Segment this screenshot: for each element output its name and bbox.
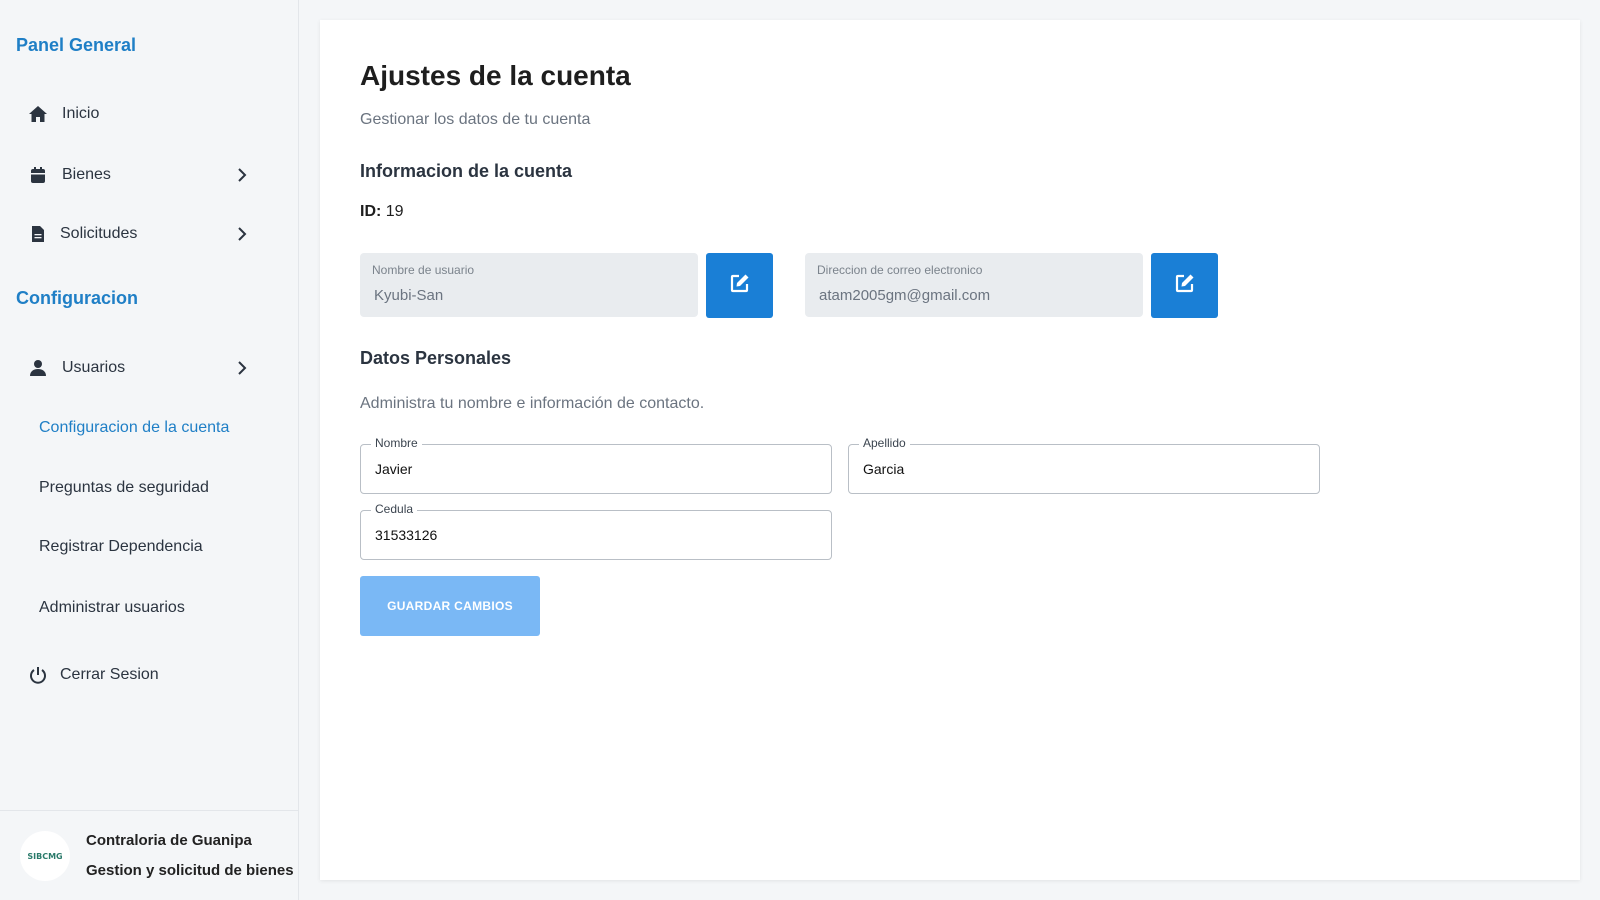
username-value: Kyubi-San	[374, 287, 444, 304]
sidebar-subitem-label: Administrar usuarios	[39, 599, 185, 616]
sidebar-footer: SIBCMG Contraloria de Guanipa Gestion y …	[0, 810, 298, 900]
username-label: Nombre de usuario	[372, 263, 475, 277]
org-name: Contraloria de Guanipa	[86, 832, 252, 849]
sidebar-item-inicio[interactable]: Inicio	[0, 92, 298, 136]
sidebar-item-label: Inicio	[62, 105, 100, 122]
cedula-field[interactable]: Cedula 31533126	[360, 502, 832, 560]
sidebar-subitem-label: Preguntas de seguridad	[39, 479, 209, 496]
cedula-label: Cedula	[371, 502, 418, 516]
sidebar-subitem-preguntas-seguridad[interactable]: Preguntas de seguridad	[0, 468, 298, 508]
page-title: Ajustes de la cuenta	[360, 60, 631, 91]
apellido-value: Garcia	[863, 461, 905, 477]
sidebar-item-cerrar-sesion[interactable]: Cerrar Sesion	[0, 653, 298, 697]
account-id: ID: 19	[360, 203, 404, 221]
account-info-heading: Informacion de la cuenta	[360, 161, 573, 181]
email-label: Direccion de correo electronico	[817, 263, 983, 277]
org-logo: SIBCMG	[20, 831, 70, 881]
page-subtitle: Gestionar los datos de tu cuenta	[360, 111, 591, 128]
account-settings-card: Ajustes de la cuenta Gestionar los datos…	[320, 20, 1580, 880]
username-field: Nombre de usuario Kyubi-San	[360, 253, 698, 317]
sidebar: Panel General Inicio Bienes Solicitudes …	[0, 0, 299, 900]
section-title-configuracion: Configuracion	[16, 288, 138, 308]
apellido-field[interactable]: Apellido Garcia	[848, 436, 1320, 494]
sidebar-item-usuarios[interactable]: Usuarios	[0, 346, 298, 390]
sidebar-item-label: Usuarios	[62, 359, 126, 376]
sidebar-subitem-registrar-dependencia[interactable]: Registrar Dependencia	[0, 527, 298, 567]
sidebar-subitem-label: Registrar Dependencia	[39, 538, 203, 555]
power-icon	[28, 665, 48, 685]
sidebar-subitem-label: Configuracion de la cuenta	[39, 419, 230, 436]
nombre-field[interactable]: Nombre Javier	[360, 436, 832, 494]
sidebar-subitem-configuracion-cuenta[interactable]: Configuracion de la cuenta	[0, 408, 298, 448]
apellido-label: Apellido	[859, 436, 910, 450]
user-icon	[28, 358, 48, 378]
sidebar-item-label: Cerrar Sesion	[60, 666, 159, 683]
org-subtitle: Gestion y solicitud de bienes	[86, 862, 294, 879]
sidebar-subitem-administrar-usuarios[interactable]: Administrar usuarios	[0, 588, 298, 628]
edit-username-button[interactable]	[706, 253, 773, 318]
account-id-value: 19	[385, 203, 404, 220]
chevron-right-icon	[234, 360, 250, 376]
account-id-label: ID:	[360, 203, 382, 220]
document-icon	[28, 224, 48, 244]
chevron-right-icon	[234, 226, 250, 242]
cedula-value: 31533126	[375, 527, 438, 543]
edit-icon	[1174, 272, 1196, 299]
personal-data-description: Administra tu nombre e información de co…	[360, 395, 705, 412]
email-field: Direccion de correo electronico atam2005…	[805, 253, 1143, 317]
email-value: atam2005gm@gmail.com	[819, 287, 991, 304]
nombre-label: Nombre	[371, 436, 422, 450]
nombre-value: Javier	[375, 461, 413, 477]
edit-email-button[interactable]	[1151, 253, 1218, 318]
sidebar-item-bienes[interactable]: Bienes	[0, 153, 298, 197]
personal-data-heading: Datos Personales	[360, 348, 512, 368]
chevron-right-icon	[234, 167, 250, 183]
sidebar-item-label: Bienes	[62, 166, 111, 183]
save-changes-button[interactable]: GUARDAR CAMBIOS	[360, 576, 540, 636]
home-icon	[28, 104, 48, 124]
sidebar-item-solicitudes[interactable]: Solicitudes	[0, 212, 298, 256]
section-title-panel-general: Panel General	[16, 35, 137, 55]
edit-icon	[729, 272, 751, 299]
sidebar-item-label: Solicitudes	[60, 225, 138, 242]
calendar-icon	[28, 165, 48, 185]
